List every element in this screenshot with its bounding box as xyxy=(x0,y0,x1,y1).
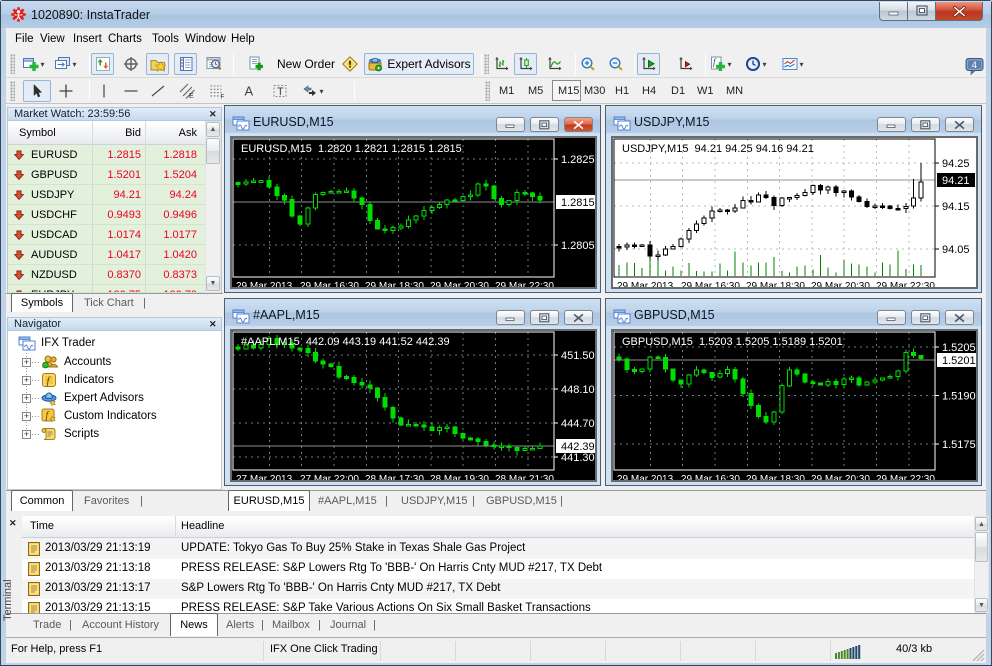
svg-text:94.05: 94.05 xyxy=(942,244,970,256)
svg-text:29 Mar 16:30: 29 Mar 16:30 xyxy=(681,474,740,480)
svg-text:F: F xyxy=(221,94,225,100)
svg-text:1.5190: 1.5190 xyxy=(942,391,976,403)
svg-text:441.30: 441.30 xyxy=(561,452,595,464)
svg-text:94.15: 94.15 xyxy=(942,201,970,213)
svg-text:USDJPY,M15 94.21 94.25 94.16: USDJPY,M15 94.21 94.25 94.16 94.21 xyxy=(622,143,814,155)
svg-text:#AAPL,M15 442.09 443.19 441.5: #AAPL,M15 442.09 443.19 441.52 442.39 xyxy=(241,336,450,348)
svg-text:29 Mar 16:30: 29 Mar 16:30 xyxy=(681,281,740,287)
svg-text:28 Mar 17:30: 28 Mar 17:30 xyxy=(365,474,424,480)
svg-text:29 Mar 18:30: 29 Mar 18:30 xyxy=(365,281,424,287)
svg-text:29 Mar 16:30: 29 Mar 16:30 xyxy=(300,281,359,287)
svg-text:1.2815: 1.2815 xyxy=(561,197,595,209)
svg-text:27 Mar 2013: 27 Mar 2013 xyxy=(236,474,293,480)
svg-text:1.5175: 1.5175 xyxy=(942,439,976,451)
svg-text:1.5205: 1.5205 xyxy=(942,342,976,354)
svg-text:29 Mar 2013: 29 Mar 2013 xyxy=(617,281,674,287)
svg-text:444.70: 444.70 xyxy=(561,418,595,430)
svg-text:E: E xyxy=(189,93,194,99)
svg-text:442.39: 442.39 xyxy=(561,441,595,453)
svg-text:94.21: 94.21 xyxy=(942,175,970,187)
svg-text:27 Mar 22:00: 27 Mar 22:00 xyxy=(300,474,359,480)
svg-text:28 Mar 21:30: 28 Mar 21:30 xyxy=(495,474,554,480)
svg-text:A: A xyxy=(245,84,254,99)
svg-text:29 Mar 2013: 29 Mar 2013 xyxy=(617,474,674,480)
svg-text:29 Mar 22:30: 29 Mar 22:30 xyxy=(876,281,935,287)
svg-text:1.2825: 1.2825 xyxy=(561,154,595,166)
svg-text:94.25: 94.25 xyxy=(942,158,970,170)
svg-text:T: T xyxy=(277,86,284,98)
svg-text:29 Mar 2013: 29 Mar 2013 xyxy=(236,281,293,287)
svg-text:EURUSD,M15 1.2820 1.2821 1.28: EURUSD,M15 1.2820 1.2821 1.2815 1.2815 xyxy=(241,143,462,155)
svg-text:29 Mar 18:30: 29 Mar 18:30 xyxy=(746,474,805,480)
svg-text:29 Mar 18:30: 29 Mar 18:30 xyxy=(746,281,805,287)
svg-text:448.10: 448.10 xyxy=(561,384,595,396)
svg-text:451.50: 451.50 xyxy=(561,350,595,362)
svg-text:29 Mar 20:30: 29 Mar 20:30 xyxy=(811,474,870,480)
svg-text:4: 4 xyxy=(972,60,977,71)
svg-text:29 Mar 20:30: 29 Mar 20:30 xyxy=(430,281,489,287)
svg-text:29 Mar 22:30: 29 Mar 22:30 xyxy=(495,281,554,287)
svg-text:1.5201: 1.5201 xyxy=(942,355,976,367)
svg-text:29 Mar 22:30: 29 Mar 22:30 xyxy=(876,474,935,480)
svg-text:GBPUSD,M15 1.5203 1.5205 1.51: GBPUSD,M15 1.5203 1.5205 1.5189 1.5201 xyxy=(622,336,843,348)
svg-text:28 Mar 19:30: 28 Mar 19:30 xyxy=(430,474,489,480)
svg-text:1.2805: 1.2805 xyxy=(561,240,595,252)
svg-text:29 Mar 20:30: 29 Mar 20:30 xyxy=(811,281,870,287)
